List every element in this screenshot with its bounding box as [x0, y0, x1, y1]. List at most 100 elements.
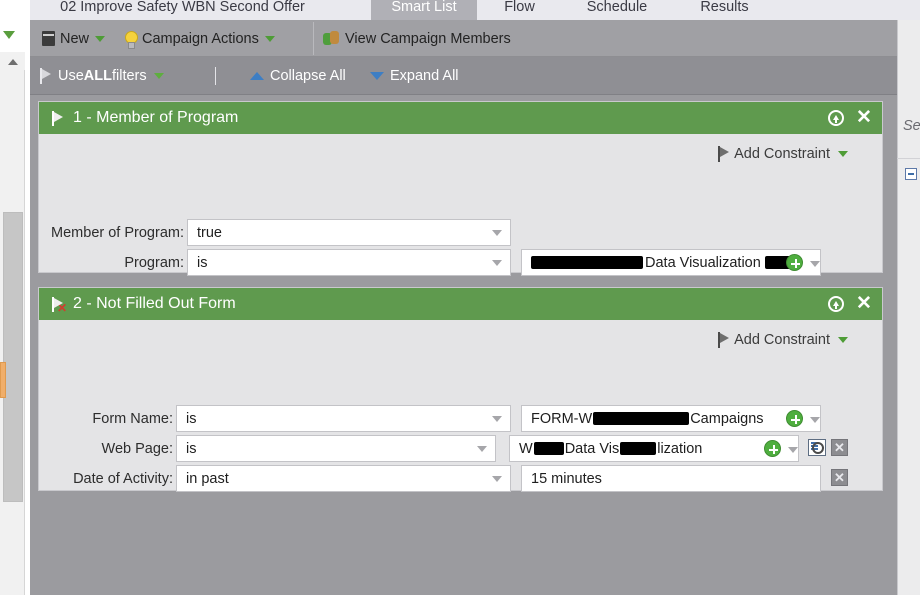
- date-of-activity-value-text: 15 minutes: [531, 470, 602, 487]
- new-button-label: New: [60, 30, 90, 47]
- chevron-down-icon: [492, 416, 502, 422]
- filter-panel-1: 1 - Member of Program ✕ Add Constraint M…: [38, 101, 883, 276]
- tab-schedule[interactable]: Schedule: [562, 0, 672, 20]
- campaign-actions-button[interactable]: Campaign Actions: [124, 20, 275, 57]
- lightbulb-icon: [124, 30, 138, 49]
- view-campaign-members-button[interactable]: View Campaign Members: [323, 20, 511, 57]
- web-page-operator-select[interactable]: is: [176, 435, 496, 462]
- collapse-all-label: Collapse All: [270, 68, 346, 84]
- chevron-down-icon: [492, 476, 502, 482]
- chevron-down-icon[interactable]: [788, 447, 798, 453]
- use-filters-prefix: Use: [58, 68, 84, 84]
- tab-smart-list[interactable]: Smart List: [371, 0, 477, 20]
- row-label-web-page: Web Page:: [101, 440, 173, 457]
- chevron-down-icon[interactable]: [95, 35, 106, 42]
- add-constraint-label: Add Constraint: [734, 332, 830, 348]
- filter-flag-negated-icon: ✕: [50, 296, 67, 314]
- smart-list-screen: 02 Improve Safety WBN Second Offer Smart…: [0, 0, 920, 595]
- tab-flow[interactable]: Flow: [477, 0, 562, 20]
- chevron-down-icon: [492, 260, 502, 266]
- filterbar-divider: [215, 67, 216, 85]
- redacted-text: [533, 442, 564, 455]
- row-label-date-of-activity: Date of Activity:: [73, 470, 173, 487]
- program-value-text: Data Visualization: [645, 254, 761, 271]
- people-icon: [323, 30, 340, 47]
- chevron-down-icon[interactable]: [810, 417, 820, 423]
- filter-panel-2-title: 2 - Not Filled Out Form: [73, 295, 236, 312]
- filter-panel-1-header[interactable]: 1 - Member of Program ✕: [39, 102, 882, 134]
- web-page-value-text: Data Vis: [564, 440, 620, 457]
- chevron-down-icon[interactable]: [3, 31, 15, 39]
- vertical-scrollbar[interactable]: [0, 52, 25, 595]
- close-icon[interactable]: ✕: [856, 108, 872, 127]
- left-gutter: [0, 0, 30, 595]
- filter-flag-icon: [38, 68, 52, 84]
- filter-panel-2-header[interactable]: ✕ 2 - Not Filled Out Form ✕: [39, 288, 882, 320]
- collapse-all-button[interactable]: Collapse All: [250, 57, 346, 95]
- add-program-value-button[interactable]: [786, 254, 803, 271]
- add-constraint-button-1[interactable]: Add Constraint: [716, 146, 848, 162]
- filter-panel-2-body: Add Constraint Form Name: is FORM-W Camp…: [39, 320, 882, 492]
- scrollbar-thumb[interactable]: [3, 212, 23, 502]
- chevron-down-icon[interactable]: [153, 73, 164, 79]
- right-rail-divider: [897, 20, 898, 595]
- filter-flag-icon: [716, 332, 730, 348]
- right-rail-separator: [897, 158, 920, 159]
- program-value-field[interactable]: Data Visualization: [521, 249, 821, 276]
- add-constraint-label: Add Constraint: [734, 146, 830, 162]
- form-name-operator-select[interactable]: is: [176, 405, 511, 432]
- collapse-panel-button[interactable]: [828, 296, 844, 312]
- chevron-down-icon[interactable]: [264, 35, 275, 42]
- redacted-text: [593, 412, 690, 425]
- row-label-member-of-program: Member of Program:: [51, 224, 184, 241]
- filter-panel-1-body: Add Constraint Member of Program: true P…: [39, 134, 882, 276]
- action-toolbar: New Campaign Actions View Campaign Membe…: [30, 20, 920, 57]
- use-filters-suffix: filters: [111, 68, 147, 84]
- right-rail-title: Se: [903, 118, 920, 134]
- triangle-down-icon: [370, 72, 384, 80]
- add-web-page-value-button[interactable]: [764, 440, 781, 457]
- row-label-program: Program:: [124, 254, 184, 271]
- selection-marker: [0, 362, 6, 398]
- filter-flag-icon: [50, 110, 66, 127]
- close-icon[interactable]: ✕: [856, 294, 872, 313]
- date-of-activity-operator-select[interactable]: in past: [176, 465, 511, 492]
- form-name-value-field[interactable]: FORM-W Campaigns: [521, 405, 821, 432]
- campaign-actions-label: Campaign Actions: [142, 30, 259, 47]
- redacted-text: [620, 442, 657, 455]
- collapse-panel-button[interactable]: [828, 110, 844, 126]
- date-of-activity-value-field[interactable]: 15 minutes: [521, 465, 821, 492]
- scroll-up-button[interactable]: [0, 52, 25, 70]
- chevron-down-icon[interactable]: [810, 261, 820, 267]
- web-page-value-prefix: W: [519, 440, 533, 457]
- preview-page-icon[interactable]: [808, 439, 826, 456]
- remove-constraint-button[interactable]: ✕: [831, 469, 848, 486]
- view-campaign-members-label: View Campaign Members: [345, 30, 511, 47]
- member-of-program-operator-select[interactable]: true: [187, 219, 511, 246]
- program-operator-select[interactable]: is: [187, 249, 511, 276]
- campaign-tab-strip: 02 Improve Safety WBN Second Offer Smart…: [30, 0, 920, 20]
- new-icon: [42, 31, 55, 46]
- right-rail: [897, 20, 920, 595]
- filter-flag-icon: [716, 146, 730, 162]
- chevron-down-icon[interactable]: [838, 337, 848, 343]
- add-constraint-button-2[interactable]: Add Constraint: [716, 332, 848, 348]
- filter-panel-1-title: 1 - Member of Program: [73, 109, 239, 126]
- chevron-down-icon: [492, 230, 502, 236]
- filter-panel-1-actions: ✕: [828, 102, 872, 134]
- tab-campaign-name[interactable]: 02 Improve Safety WBN Second Offer: [30, 0, 335, 20]
- triangle-up-icon: [250, 72, 264, 80]
- add-form-name-value-button[interactable]: [786, 410, 803, 427]
- remove-constraint-button[interactable]: ✕: [831, 439, 848, 456]
- filter-toolbar: Use ALL filters Collapse All Expand All: [30, 57, 920, 95]
- tab-results[interactable]: Results: [672, 0, 777, 20]
- expand-all-label: Expand All: [390, 68, 459, 84]
- new-button[interactable]: New: [42, 20, 106, 57]
- use-all-filters-button[interactable]: Use ALL filters: [38, 57, 164, 95]
- use-filters-mode: ALL: [83, 68, 112, 84]
- collapse-tree-icon[interactable]: [905, 168, 917, 180]
- expand-all-button[interactable]: Expand All: [370, 57, 459, 95]
- web-page-value-field[interactable]: W Data Vis lization: [509, 435, 799, 462]
- chevron-down-icon: [477, 446, 487, 452]
- chevron-down-icon[interactable]: [838, 151, 848, 157]
